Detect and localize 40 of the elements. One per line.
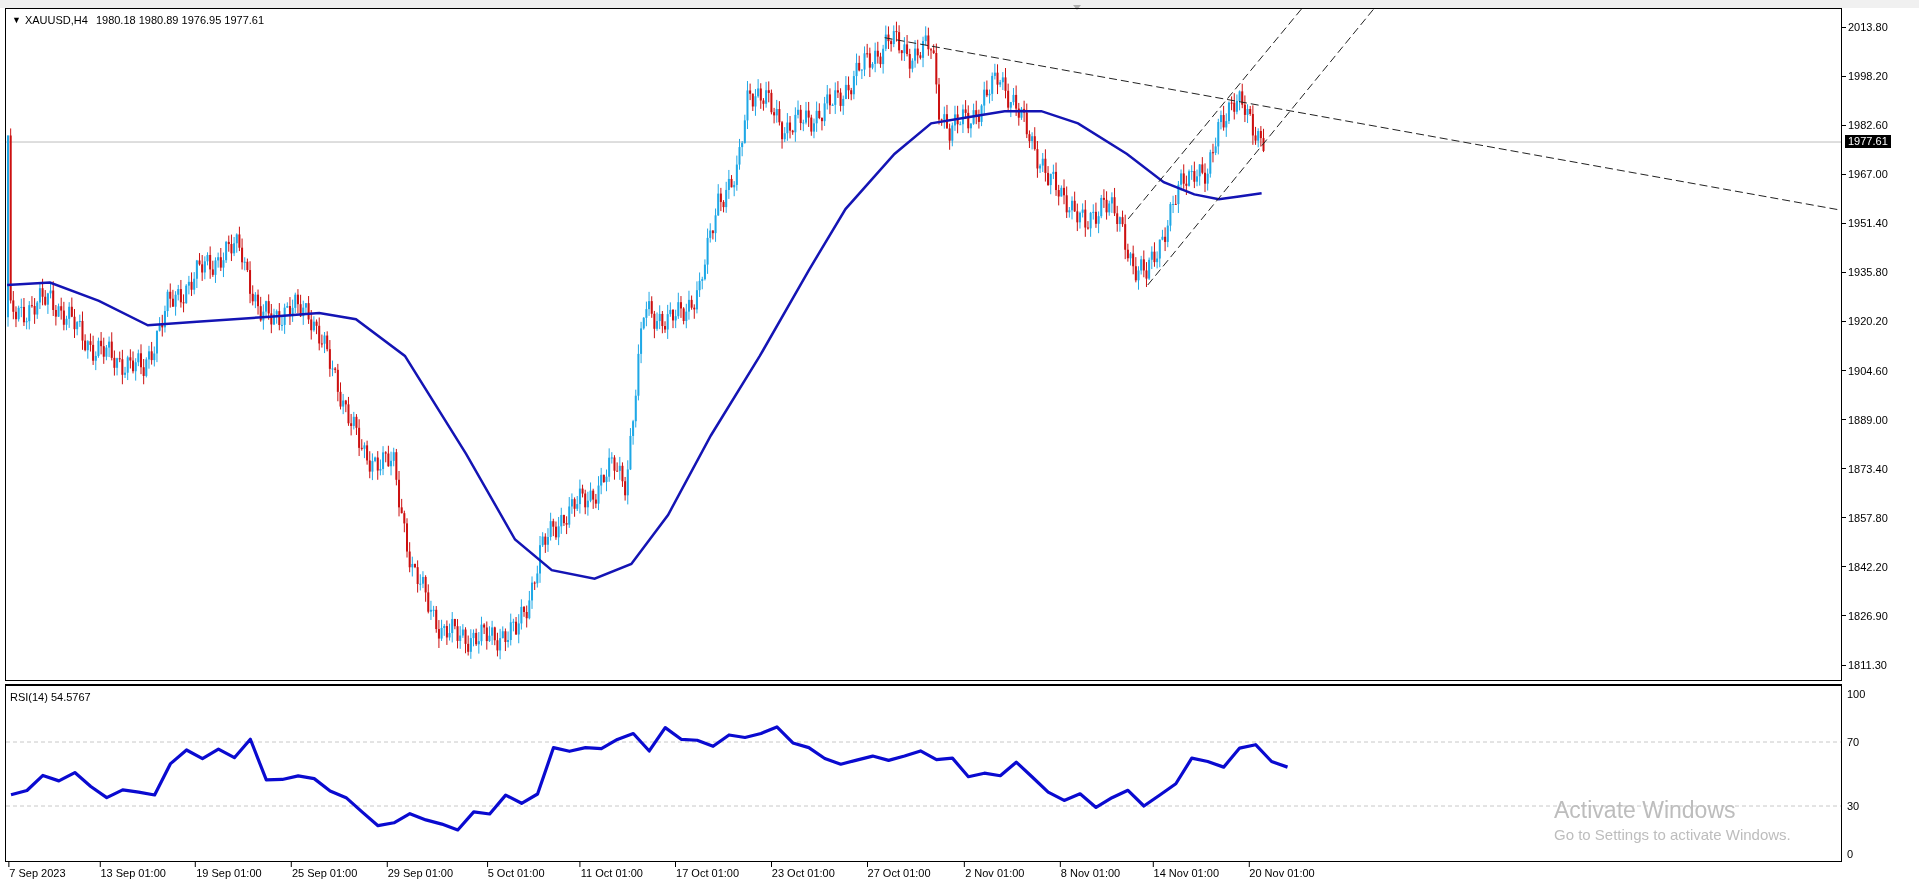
symbol-label: XAUUSD,H4	[24, 13, 88, 28]
price-label: 2013.80	[1848, 20, 1888, 34]
price-label: 1967.00	[1848, 167, 1888, 182]
time-label: 25 Sep 01:00	[291, 867, 358, 880]
price-label: 1873.40	[1848, 461, 1888, 476]
price-label: 1857.80	[1848, 510, 1888, 525]
time-label: 14 Nov 01:00	[1153, 867, 1219, 880]
rsi-scale-label: 70	[1847, 736, 1860, 748]
time-label: 17 Oct 01:00	[676, 867, 740, 880]
price-label: 1811.30	[1848, 658, 1887, 672]
menu-caret-icon[interactable]: ▼	[12, 13, 21, 27]
activation-title: Activate Windows	[1554, 796, 1737, 824]
price-label: 1935.80	[1848, 265, 1888, 280]
time-label: 7 Sep 2023	[9, 867, 66, 880]
rsi-scale-label: 0	[1847, 848, 1854, 860]
time-label: 29 Sep 01:00	[387, 867, 454, 880]
shift-marker-icon[interactable]	[1073, 5, 1081, 10]
time-label: 20 Nov 01:00	[1249, 867, 1315, 880]
rsi-label: RSI(14) 54.5767	[10, 690, 91, 705]
time-label: 19 Sep 01:00	[196, 867, 262, 880]
price-label: 1889.00	[1848, 412, 1888, 427]
price-label: 1842.20	[1848, 559, 1888, 574]
rsi-scale-label: 100	[1847, 688, 1866, 700]
activation-hint: Go to Settings to activate Windows.	[1554, 825, 1791, 845]
price-label: 1982.60	[1848, 118, 1888, 133]
price-label: 1826.90	[1848, 608, 1888, 623]
price-label: 1951.40	[1848, 216, 1888, 231]
time-label: 11 Oct 01:00	[580, 867, 643, 880]
time-label: 8 Nov 01:00	[1060, 867, 1121, 880]
rsi-scale-label: 30	[1847, 800, 1860, 812]
time-label: 23 Oct 01:00	[771, 867, 835, 880]
price-label: 1920.20	[1848, 314, 1888, 329]
time-label: 2 Nov 01:00	[965, 867, 1025, 880]
time-label: 27 Oct 01:00	[867, 867, 931, 880]
price-label: 1904.60	[1848, 363, 1888, 378]
time-label: 5 Oct 01:00	[487, 867, 545, 880]
current-price-tag: 1977.61	[1845, 135, 1891, 148]
price-label: 1998.20	[1848, 69, 1888, 84]
ohlc-values: 1980.18 1980.89 1976.95 1977.61	[95, 13, 265, 28]
time-label: 13 Sep 01:00	[100, 867, 166, 880]
